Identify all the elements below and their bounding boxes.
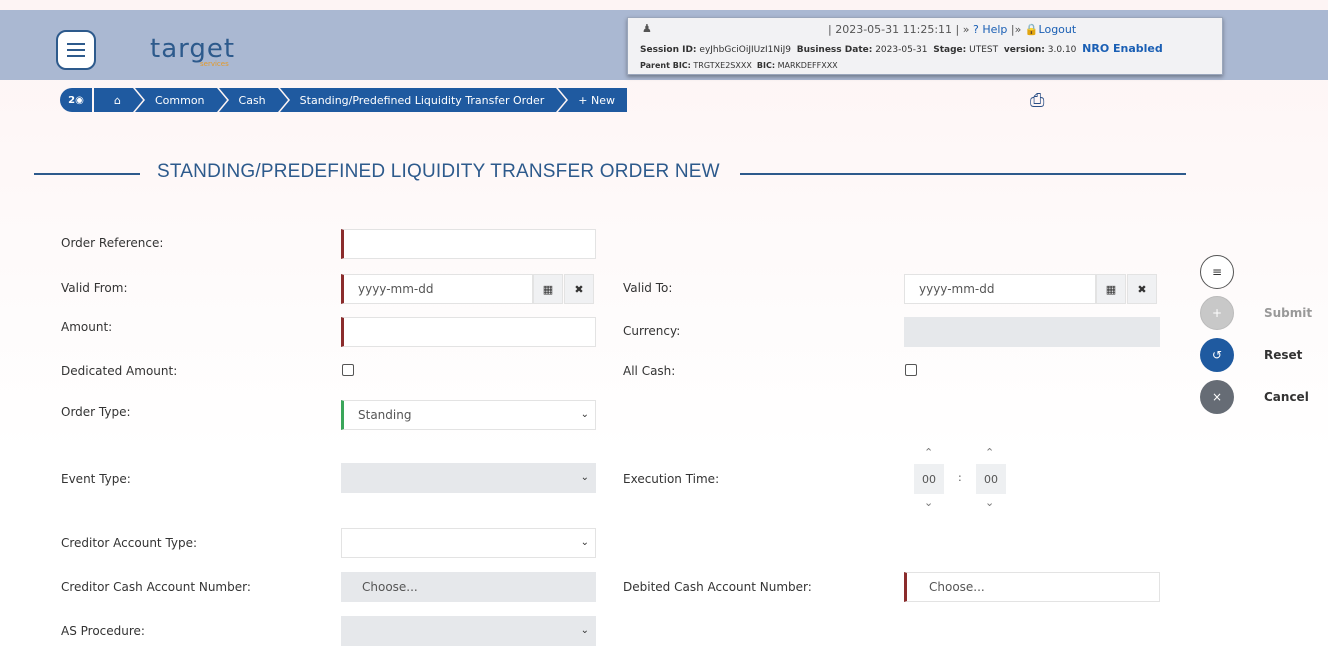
dedicated-amount-label: Dedicated Amount: <box>61 364 178 378</box>
breadcrumb-home[interactable]: ⌂ <box>94 88 143 112</box>
printer-icon[interactable]: ⎙ <box>1030 90 1044 111</box>
all-cash-label: All Cash: <box>623 364 676 378</box>
reset-button[interactable]: ↺ <box>1200 338 1234 372</box>
breadcrumb-cash[interactable]: Cash <box>218 88 288 112</box>
valid-to-label: Valid To: <box>623 281 673 295</box>
plus-icon: + <box>578 93 592 107</box>
session-panel: ♟ | 2023-05-31 11:25:11 | » ? Help |» 🔒L… <box>627 17 1223 75</box>
calendar-icon[interactable]: ▦ <box>1096 274 1126 304</box>
as-procedure-label: AS Procedure: <box>61 624 145 638</box>
all-cash-checkbox[interactable] <box>905 364 917 376</box>
lock-icon: 🔒 <box>1024 23 1039 36</box>
nro-status: NRO Enabled <box>1082 42 1163 55</box>
minute-down-icon[interactable]: ⌄ <box>985 496 994 509</box>
amount-input[interactable] <box>341 317 596 347</box>
breadcrumb-common[interactable]: Common <box>134 88 227 112</box>
breadcrumb-counter[interactable]: 2 ◉ <box>60 88 92 112</box>
debited-cash-account-input[interactable]: Choose... <box>904 572 1160 602</box>
currency-input <box>904 317 1160 347</box>
close-icon: × <box>1211 390 1223 404</box>
event-type-label: Event Type: <box>61 472 131 486</box>
eye-icon: ◉ <box>75 94 84 106</box>
chevron-down-icon: ⌄ <box>580 472 589 483</box>
creditor-account-type-select[interactable]: ⌄ <box>341 528 596 558</box>
page-title: STANDING/PREDEFINED LIQUIDITY TRANSFER O… <box>157 161 720 182</box>
hour-input[interactable]: 00 <box>914 464 944 494</box>
hamburger-menu-button[interactable] <box>56 30 96 70</box>
breadcrumb-new[interactable]: + New <box>558 88 628 112</box>
creditor-cash-account-label: Creditor Cash Account Number: <box>61 580 251 594</box>
chevron-down-icon: ⌄ <box>580 409 589 420</box>
reset-label[interactable]: Reset <box>1264 348 1302 362</box>
valid-from-label: Valid From: <box>61 281 128 295</box>
order-type-label: Order Type: <box>61 405 131 419</box>
execution-time-label: Execution Time: <box>623 472 720 486</box>
app-logo-sub: services <box>200 60 229 68</box>
session-info-row: Session ID: eyJhbGciOiJIUzI1NiJ9 Busines… <box>640 42 1163 55</box>
order-reference-label: Order Reference: <box>61 236 164 250</box>
help-icon: ? <box>972 23 979 36</box>
calendar-icon[interactable]: ▦ <box>533 274 563 304</box>
session-datetime: | 2023-05-31 11:25:11 | <box>828 23 960 36</box>
creditor-account-type-label: Creditor Account Type: <box>61 536 198 550</box>
debited-cash-account-label: Debited Cash Account Number: <box>623 580 812 594</box>
undo-icon: ↺ <box>1211 348 1223 362</box>
valid-to-input[interactable]: yyyy-mm-dd <box>904 274 1096 304</box>
chevron-down-icon: ⌄ <box>580 537 589 548</box>
session-bic-row: Parent BIC: TRGTXE2SXXX BIC: MARKDEFFXXX <box>640 61 838 70</box>
title-rule-left <box>34 173 140 175</box>
order-reference-input[interactable] <box>341 229 596 259</box>
amount-label: Amount: <box>61 320 113 334</box>
as-procedure-select: ⌄ <box>341 616 596 646</box>
logout-link[interactable]: 🔒Logout <box>1025 23 1076 36</box>
submit-label[interactable]: Submit <box>1264 306 1312 320</box>
help-link[interactable]: ? Help <box>973 23 1007 36</box>
user-icon: ♟ <box>642 22 652 35</box>
minute-input[interactable]: 00 <box>976 464 1006 494</box>
hour-down-icon[interactable]: ⌄ <box>924 496 933 509</box>
order-type-value: Standing <box>358 408 412 422</box>
hour-up-icon[interactable]: ⌃ <box>924 446 933 459</box>
time-separator: : <box>958 471 962 484</box>
list-icon[interactable]: ≡ <box>1200 255 1234 289</box>
currency-label: Currency: <box>623 324 681 338</box>
order-type-select[interactable]: Standing ⌄ <box>341 400 596 430</box>
title-rule-right <box>740 173 1186 175</box>
clear-icon[interactable]: ✖ <box>1127 274 1157 304</box>
plus-icon: + <box>1211 306 1223 320</box>
submit-button[interactable]: + <box>1200 296 1234 330</box>
session-top-row: | 2023-05-31 11:25:11 | » ? Help |» 🔒Log… <box>828 23 1077 36</box>
event-type-select: ⌄ <box>341 463 596 493</box>
valid-from-input[interactable]: yyyy-mm-dd <box>341 274 533 304</box>
dedicated-amount-checkbox[interactable] <box>342 364 354 376</box>
cancel-label[interactable]: Cancel <box>1264 390 1309 404</box>
home-icon: ⌂ <box>114 93 121 107</box>
clear-icon[interactable]: ✖ <box>564 274 594 304</box>
creditor-cash-account-input: Choose... <box>341 572 596 602</box>
minute-up-icon[interactable]: ⌃ <box>985 446 994 459</box>
cancel-button[interactable]: × <box>1200 380 1234 414</box>
breadcrumb-standing-order[interactable]: Standing/Predefined Liquidity Transfer O… <box>279 88 566 112</box>
breadcrumb: 2 ◉ ⌂ Common Cash Standing/Predefined Liq… <box>60 88 628 112</box>
chevron-down-icon: ⌄ <box>580 625 589 636</box>
